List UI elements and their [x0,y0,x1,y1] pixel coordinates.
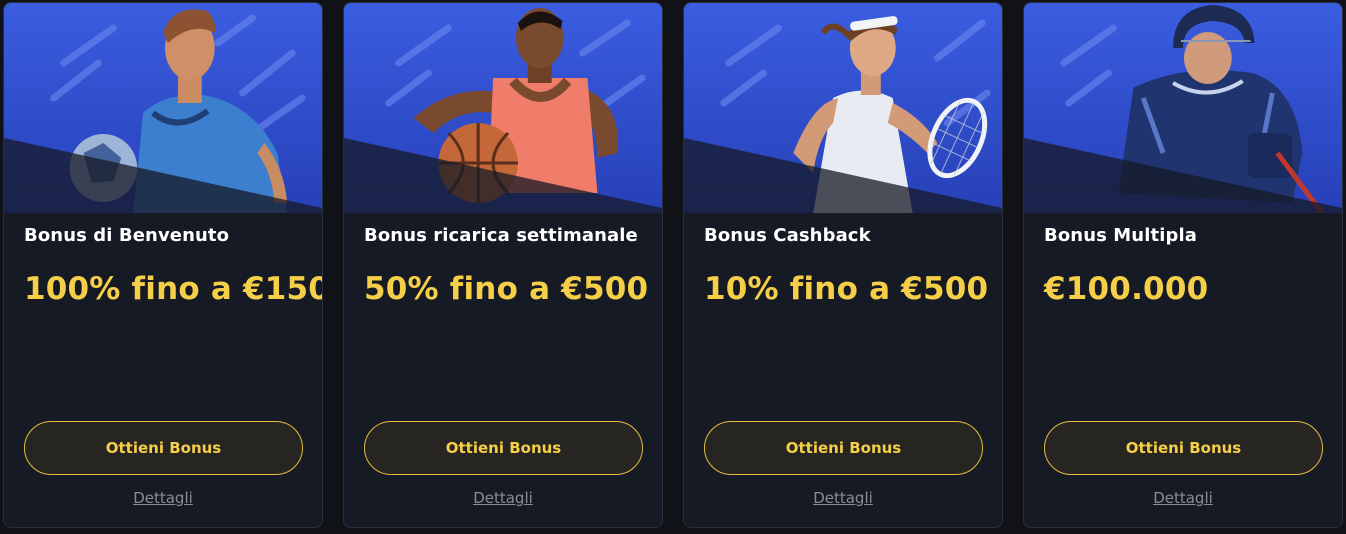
bonus-cards-row: Bonus di Benvenuto 100% fino a €150 Otti… [0,0,1346,534]
hockey-player-image [1024,3,1342,213]
card-amount: 50% fino a €500 [364,271,649,307]
bonus-card-weekly-reload: Bonus ricarica settimanale 50% fino a €5… [343,2,663,528]
card-title: Bonus di Benvenuto [24,225,230,246]
get-bonus-button[interactable]: Ottieni Bonus [704,421,983,475]
bonus-card-welcome: Bonus di Benvenuto 100% fino a €150 Otti… [3,2,323,528]
card-amount: 10% fino a €500 [704,271,989,307]
football-player-image [4,3,322,213]
card-amount: 100% fino a €150 [24,271,323,307]
details-link[interactable]: Dettagli [1024,489,1342,507]
get-bonus-button[interactable]: Ottieni Bonus [364,421,643,475]
tennis-player-image [684,3,1002,213]
card-title: Bonus Cashback [704,225,871,246]
details-link[interactable]: Dettagli [344,489,662,507]
card-title: Bonus ricarica settimanale [364,225,638,246]
card-amount: €100.000 [1044,271,1209,307]
details-link[interactable]: Dettagli [4,489,322,507]
get-bonus-button[interactable]: Ottieni Bonus [1044,421,1323,475]
details-link[interactable]: Dettagli [684,489,1002,507]
get-bonus-button[interactable]: Ottieni Bonus [24,421,303,475]
bonus-card-multiple: Bonus Multipla €100.000 Ottieni Bonus De… [1023,2,1343,528]
card-title: Bonus Multipla [1044,225,1197,246]
bonus-card-cashback: Bonus Cashback 10% fino a €500 Ottieni B… [683,2,1003,528]
basketball-player-image [344,3,662,213]
